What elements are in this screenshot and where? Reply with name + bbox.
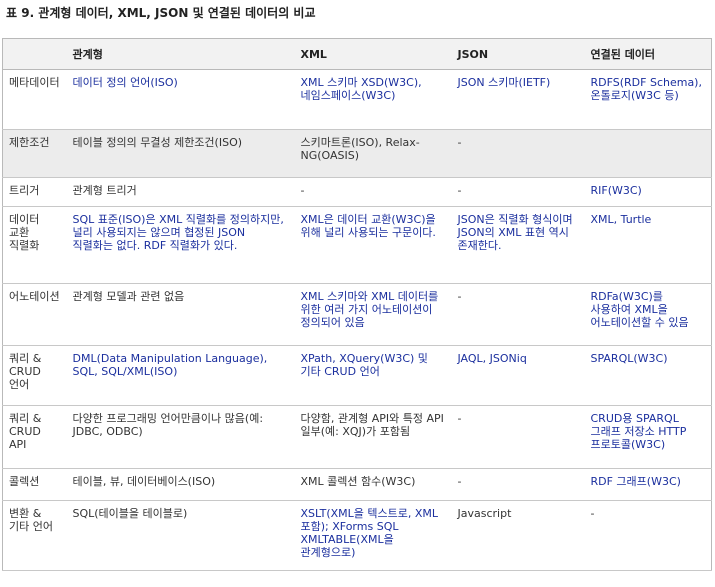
cell-linked-data: - xyxy=(584,500,712,571)
cell-linked-data: RDF 그래프(W3C) xyxy=(584,468,712,501)
cell-json: - xyxy=(451,405,585,469)
cell-xml: XML은 데이터 교환(W3C)을 위해 널리 사용되는 구문이다. xyxy=(294,206,452,284)
cell-relational: 관계형 트리거 xyxy=(66,177,295,207)
cell-json: - xyxy=(451,283,585,346)
cell-linked-data: RIF(W3C) xyxy=(584,177,712,207)
table-row: 쿼리 & CRUD API 다양한 프로그래밍 언어만큼이나 많음(예: JDB… xyxy=(2,405,712,469)
table-caption: 표 9. 관계형 데이터, XML, JSON 및 연결된 데이터의 비교 xyxy=(6,6,316,20)
cell-relational: 테이블 정의의 무결성 제한조건(ISO) xyxy=(66,129,295,178)
row-label: 변환 & 기타 언어 xyxy=(2,500,67,571)
row-label: 콜렉션 xyxy=(2,468,67,501)
table-row: 쿼리 & CRUD 언어 DML(Data Manipulation Langu… xyxy=(2,345,712,406)
cell-relational: 다양한 프로그래밍 언어만큼이나 많음(예: JDBC, ODBC) xyxy=(66,405,295,469)
header-xml: XML xyxy=(294,38,452,70)
cell-xml: XML 콜렉션 함수(W3C) xyxy=(294,468,452,501)
cell-linked-data: RDFS(RDF Schema), 온톨로지(W3C 등) xyxy=(584,69,712,130)
cell-linked-data xyxy=(584,129,712,178)
row-label: 쿼리 & CRUD API xyxy=(2,405,67,469)
cell-relational: 관계형 모델과 관련 없음 xyxy=(66,283,295,346)
cell-linked-data: CRUD용 SPARQL 그래프 저장소 HTTP 프로토콜(W3C) xyxy=(584,405,712,469)
cell-json: - xyxy=(451,468,585,501)
cell-xml: XML 스키마 XSD(W3C), 네임스페이스(W3C) xyxy=(294,69,452,130)
row-label: 트리거 xyxy=(2,177,67,207)
cell-json: - xyxy=(451,177,585,207)
table-row: 메타데이터 데이터 정의 언어(ISO) XML 스키마 XSD(W3C), 네… xyxy=(2,69,712,130)
row-label: 메타데이터 xyxy=(2,69,67,130)
row-label: 제한조건 xyxy=(2,129,67,178)
cell-json: JSON은 직렬화 형식이며 JSON의 XML 표현 역시 존재한다. xyxy=(451,206,585,284)
cell-xml: XSLT(XML을 텍스트로, XML 포함); XForms SQL XMLT… xyxy=(294,500,452,571)
table-row: 제한조건 테이블 정의의 무결성 제한조건(ISO) 스키마트론(ISO), R… xyxy=(2,129,712,178)
row-label: 쿼리 & CRUD 언어 xyxy=(2,345,67,406)
table-row: 변환 & 기타 언어 SQL(테이블을 테이블로) XSLT(XML을 텍스트로… xyxy=(2,500,712,571)
cell-relational: SQL 표준(ISO)은 XML 직렬화를 정의하지만, 널리 사용되지는 않으… xyxy=(66,206,295,284)
table-row: 트리거 관계형 트리거 - - RIF(W3C) xyxy=(2,177,712,207)
cell-xml: XML 스키마와 XML 데이터를 위한 여러 가지 어노테이션이 정의되어 있… xyxy=(294,283,452,346)
table-row: 데이터 교환 직렬화 SQL 표준(ISO)은 XML 직렬화를 정의하지만, … xyxy=(2,206,712,284)
cell-relational: DML(Data Manipulation Language), SQL, SQ… xyxy=(66,345,295,406)
cell-relational: 데이터 정의 언어(ISO) xyxy=(66,69,295,130)
cell-json: Javascript xyxy=(451,500,585,571)
table-header-row: 관계형 XML JSON 연결된 데이터 xyxy=(2,38,712,70)
header-relational: 관계형 xyxy=(66,38,295,70)
cell-xml: 스키마트론(ISO), Relax-NG(OASIS) xyxy=(294,129,452,178)
cell-relational: SQL(테이블을 테이블로) xyxy=(66,500,295,571)
cell-relational: 테이블, 뷰, 데이터베이스(ISO) xyxy=(66,468,295,501)
row-label: 어노테이션 xyxy=(2,283,67,346)
cell-linked-data: XML, Turtle xyxy=(584,206,712,284)
header-json: JSON xyxy=(451,38,585,70)
cell-json: JAQL, JSONiq xyxy=(451,345,585,406)
cell-linked-data: RDFa(W3C)를 사용하여 XML을 어노테이션할 수 있음 xyxy=(584,283,712,346)
cell-xml: XPath, XQuery(W3C) 및 기타 CRUD 언어 xyxy=(294,345,452,406)
header-linked-data: 연결된 데이터 xyxy=(584,38,712,70)
cell-linked-data: SPARQL(W3C) xyxy=(584,345,712,406)
cell-json: JSON 스키마(IETF) xyxy=(451,69,585,130)
header-empty xyxy=(2,38,67,70)
table-row: 어노테이션 관계형 모델과 관련 없음 XML 스키마와 XML 데이터를 위한… xyxy=(2,283,712,346)
cell-json: - xyxy=(451,129,585,178)
row-label: 데이터 교환 직렬화 xyxy=(2,206,67,284)
cell-xml: 다양함, 관계형 API와 특정 API 일부(예: XQJ)가 포함됨 xyxy=(294,405,452,469)
table-row: 콜렉션 테이블, 뷰, 데이터베이스(ISO) XML 콜렉션 함수(W3C) … xyxy=(2,468,712,501)
comparison-table: 관계형 XML JSON 연결된 데이터 메타데이터 데이터 정의 언어(ISO… xyxy=(2,38,712,571)
cell-xml: - xyxy=(294,177,452,207)
